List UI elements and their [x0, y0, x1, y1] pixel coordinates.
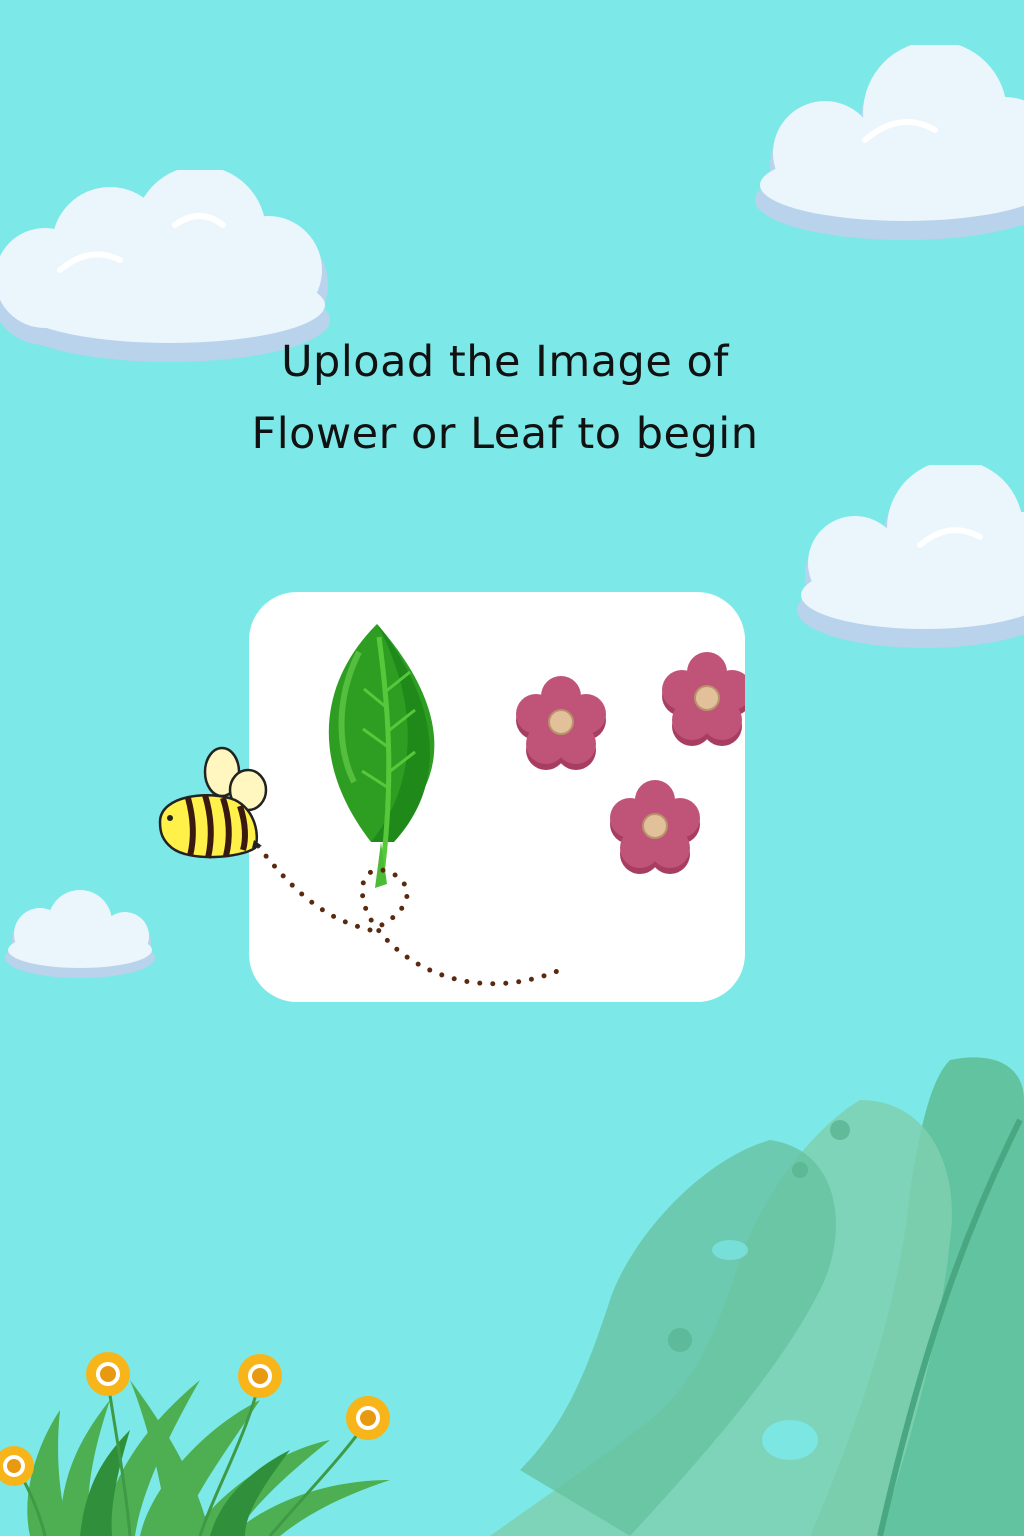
daisy-icon-2 — [238, 1354, 282, 1398]
cloud-top-right — [755, 45, 1024, 240]
cloud-small-left — [5, 890, 155, 978]
daisy-icon-3 — [346, 1396, 390, 1440]
daisy-icon-4 — [0, 1446, 34, 1486]
flower-icon-2 — [662, 652, 745, 746]
instruction-line-2: Flower or Leaf to begin — [251, 409, 759, 459]
grass-and-daisies-decoration — [0, 1352, 390, 1536]
instruction-heading: Upload the Image of Flower or Leaf to be… — [0, 326, 1010, 470]
flower-icon-3 — [610, 780, 700, 874]
cloud-mid-right — [797, 465, 1024, 648]
monstera-leaf-decoration — [490, 1057, 1024, 1536]
instruction-line-1: Upload the Image of — [281, 337, 729, 387]
daisy-icon-1 — [86, 1352, 130, 1396]
bee-icon — [158, 746, 568, 987]
